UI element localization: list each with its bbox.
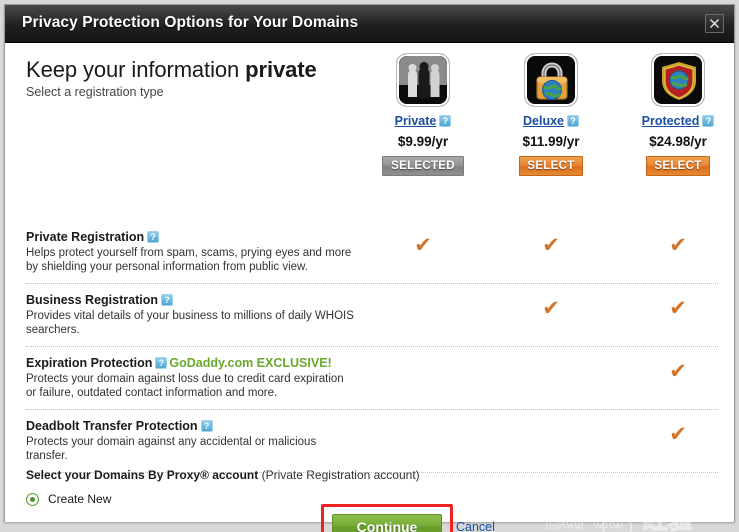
close-icon — [710, 19, 719, 28]
feature-row-private-registration: Private Registration? Helps protect your… — [26, 221, 718, 284]
svg-text:Bai: Bai — [545, 506, 584, 532]
check-protected: ✔ — [669, 296, 687, 320]
select-button-private[interactable]: SELECTED — [382, 156, 464, 176]
dialog-titlebar: Privacy Protection Options for Your Doma… — [5, 5, 734, 43]
close-button[interactable] — [705, 14, 724, 33]
svg-text:经验: 经验 — [643, 505, 693, 532]
feature-name-text: Deadbolt Transfer Protection — [26, 419, 198, 433]
exclusive-badge: GoDaddy.com EXCLUSIVE! — [169, 356, 332, 370]
help-icon-feature-4[interactable]: ? — [200, 420, 213, 432]
select-button-protected[interactable]: SELECT — [646, 156, 710, 176]
product-link-protected[interactable]: Protected — [642, 114, 700, 128]
feature-name-text: Private Registration — [26, 230, 145, 244]
feature-name-text: Business Registration — [26, 293, 158, 307]
feature-checks: ✔ — [363, 347, 718, 409]
account-section: Select your Domains By Proxy® account (P… — [26, 468, 718, 532]
feature-name-text: Expiration Protection — [26, 356, 153, 370]
help-icon-deluxe[interactable]: ? — [567, 115, 579, 127]
radio-create-new-label[interactable]: Create New — [48, 492, 111, 506]
product-column-private: Private? $9.99/yr SELECTED — [363, 53, 483, 176]
check-protected: ✔ — [669, 359, 687, 383]
feature-row-business-registration: Business Registration? Provides vital de… — [26, 284, 718, 347]
product-price-protected: $24.98/yr — [649, 134, 707, 149]
product-name-protected: Protected? — [618, 114, 738, 128]
svg-text:du: du — [593, 506, 624, 532]
product-price-deluxe: $11.99/yr — [522, 134, 580, 149]
feature-description: Provides vital details of your business … — [26, 310, 354, 336]
shield-globe-icon — [651, 53, 705, 107]
account-label-muted: (Private Registration account) — [258, 468, 420, 482]
page-title: Keep your information private — [26, 57, 317, 83]
feature-rows: Private Registration? Helps protect your… — [26, 221, 718, 473]
product-link-private[interactable]: Private — [395, 114, 437, 128]
dialog-title: Privacy Protection Options for Your Doma… — [22, 14, 359, 31]
product-price-private: $9.99/yr — [397, 134, 449, 149]
feature-description: Helps protect yourself from spam, scams,… — [26, 247, 352, 273]
feature-description: Protects your domain against loss due to… — [26, 373, 344, 399]
check-protected: ✔ — [669, 422, 687, 446]
heading-block: Keep your information private Select a r… — [26, 57, 317, 99]
help-icon-feature-3[interactable]: ? — [155, 357, 168, 369]
people-silhouette-icon — [396, 53, 450, 107]
help-icon-feature-2[interactable]: ? — [160, 294, 173, 306]
check-private: ✔ — [414, 233, 432, 257]
product-name-private: Private? — [363, 114, 483, 128]
product-link-deluxe[interactable]: Deluxe — [523, 114, 564, 128]
help-icon-private[interactable]: ? — [439, 115, 452, 127]
account-label: Select your Domains By Proxy® account (P… — [26, 468, 718, 482]
product-column-protected: Protected? $24.98/yr SELECT — [618, 53, 738, 176]
help-icon-feature-1[interactable]: ? — [147, 231, 160, 243]
feature-description: Protects your domain against any acciden… — [26, 436, 317, 462]
product-column-deluxe: Deluxe? $11.99/yr SELECT — [491, 53, 611, 176]
privacy-options-dialog: Privacy Protection Options for Your Doma… — [4, 4, 735, 532]
page-title-bold: private — [245, 57, 317, 82]
check-deluxe: ✔ — [542, 233, 560, 257]
screen: Privacy Protection Options for Your Doma… — [0, 0, 739, 532]
select-button-deluxe[interactable]: SELECT — [519, 156, 583, 176]
padlock-globe-icon — [524, 53, 578, 107]
feature-checks: ✔ — [363, 410, 718, 472]
action-buttons: Continue Cancel — [321, 504, 495, 532]
feature-checks: ✔ ✔ ✔ — [363, 221, 718, 283]
check-protected: ✔ — [669, 233, 687, 257]
feature-row-expiration-protection: Expiration Protection? GoDaddy.com EXCLUS… — [26, 347, 718, 410]
page-subtitle: Select a registration type — [26, 85, 164, 99]
help-icon-protected[interactable]: ? — [702, 115, 715, 127]
account-label-bold: Select your Domains By Proxy® account — [26, 468, 259, 482]
continue-button[interactable]: Continue — [332, 514, 442, 532]
feature-row-deadbolt-transfer-protection: Deadbolt Transfer Protection? Protects y… — [26, 410, 718, 473]
page-title-plain: Keep your information — [26, 57, 246, 82]
cancel-link[interactable]: Cancel — [456, 520, 495, 532]
check-deluxe: ✔ — [542, 296, 560, 320]
dialog-body: Keep your information private Select a r… — [5, 43, 734, 532]
feature-checks: ✔ ✔ — [363, 284, 718, 346]
radio-create-new[interactable] — [26, 492, 39, 506]
product-name-deluxe: Deluxe? — [491, 114, 611, 128]
